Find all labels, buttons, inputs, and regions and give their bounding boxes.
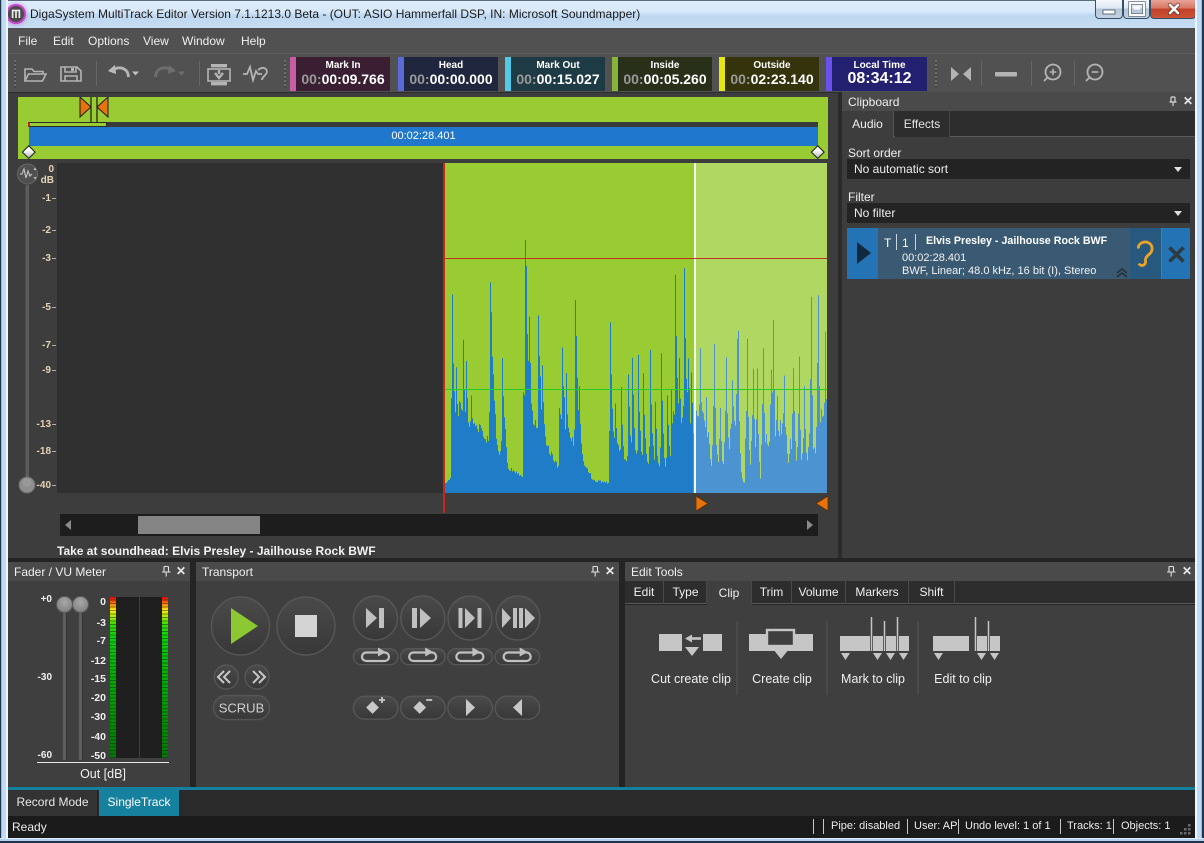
svg-text:Cut create clip: Cut create clip [651, 672, 731, 686]
svg-text:Mark to clip: Mark to clip [841, 672, 905, 686]
svg-text:SCRUB: SCRUB [219, 701, 265, 716]
svg-text:Create clip: Create clip [752, 672, 812, 686]
svg-text:Edit to clip: Edit to clip [934, 672, 992, 686]
